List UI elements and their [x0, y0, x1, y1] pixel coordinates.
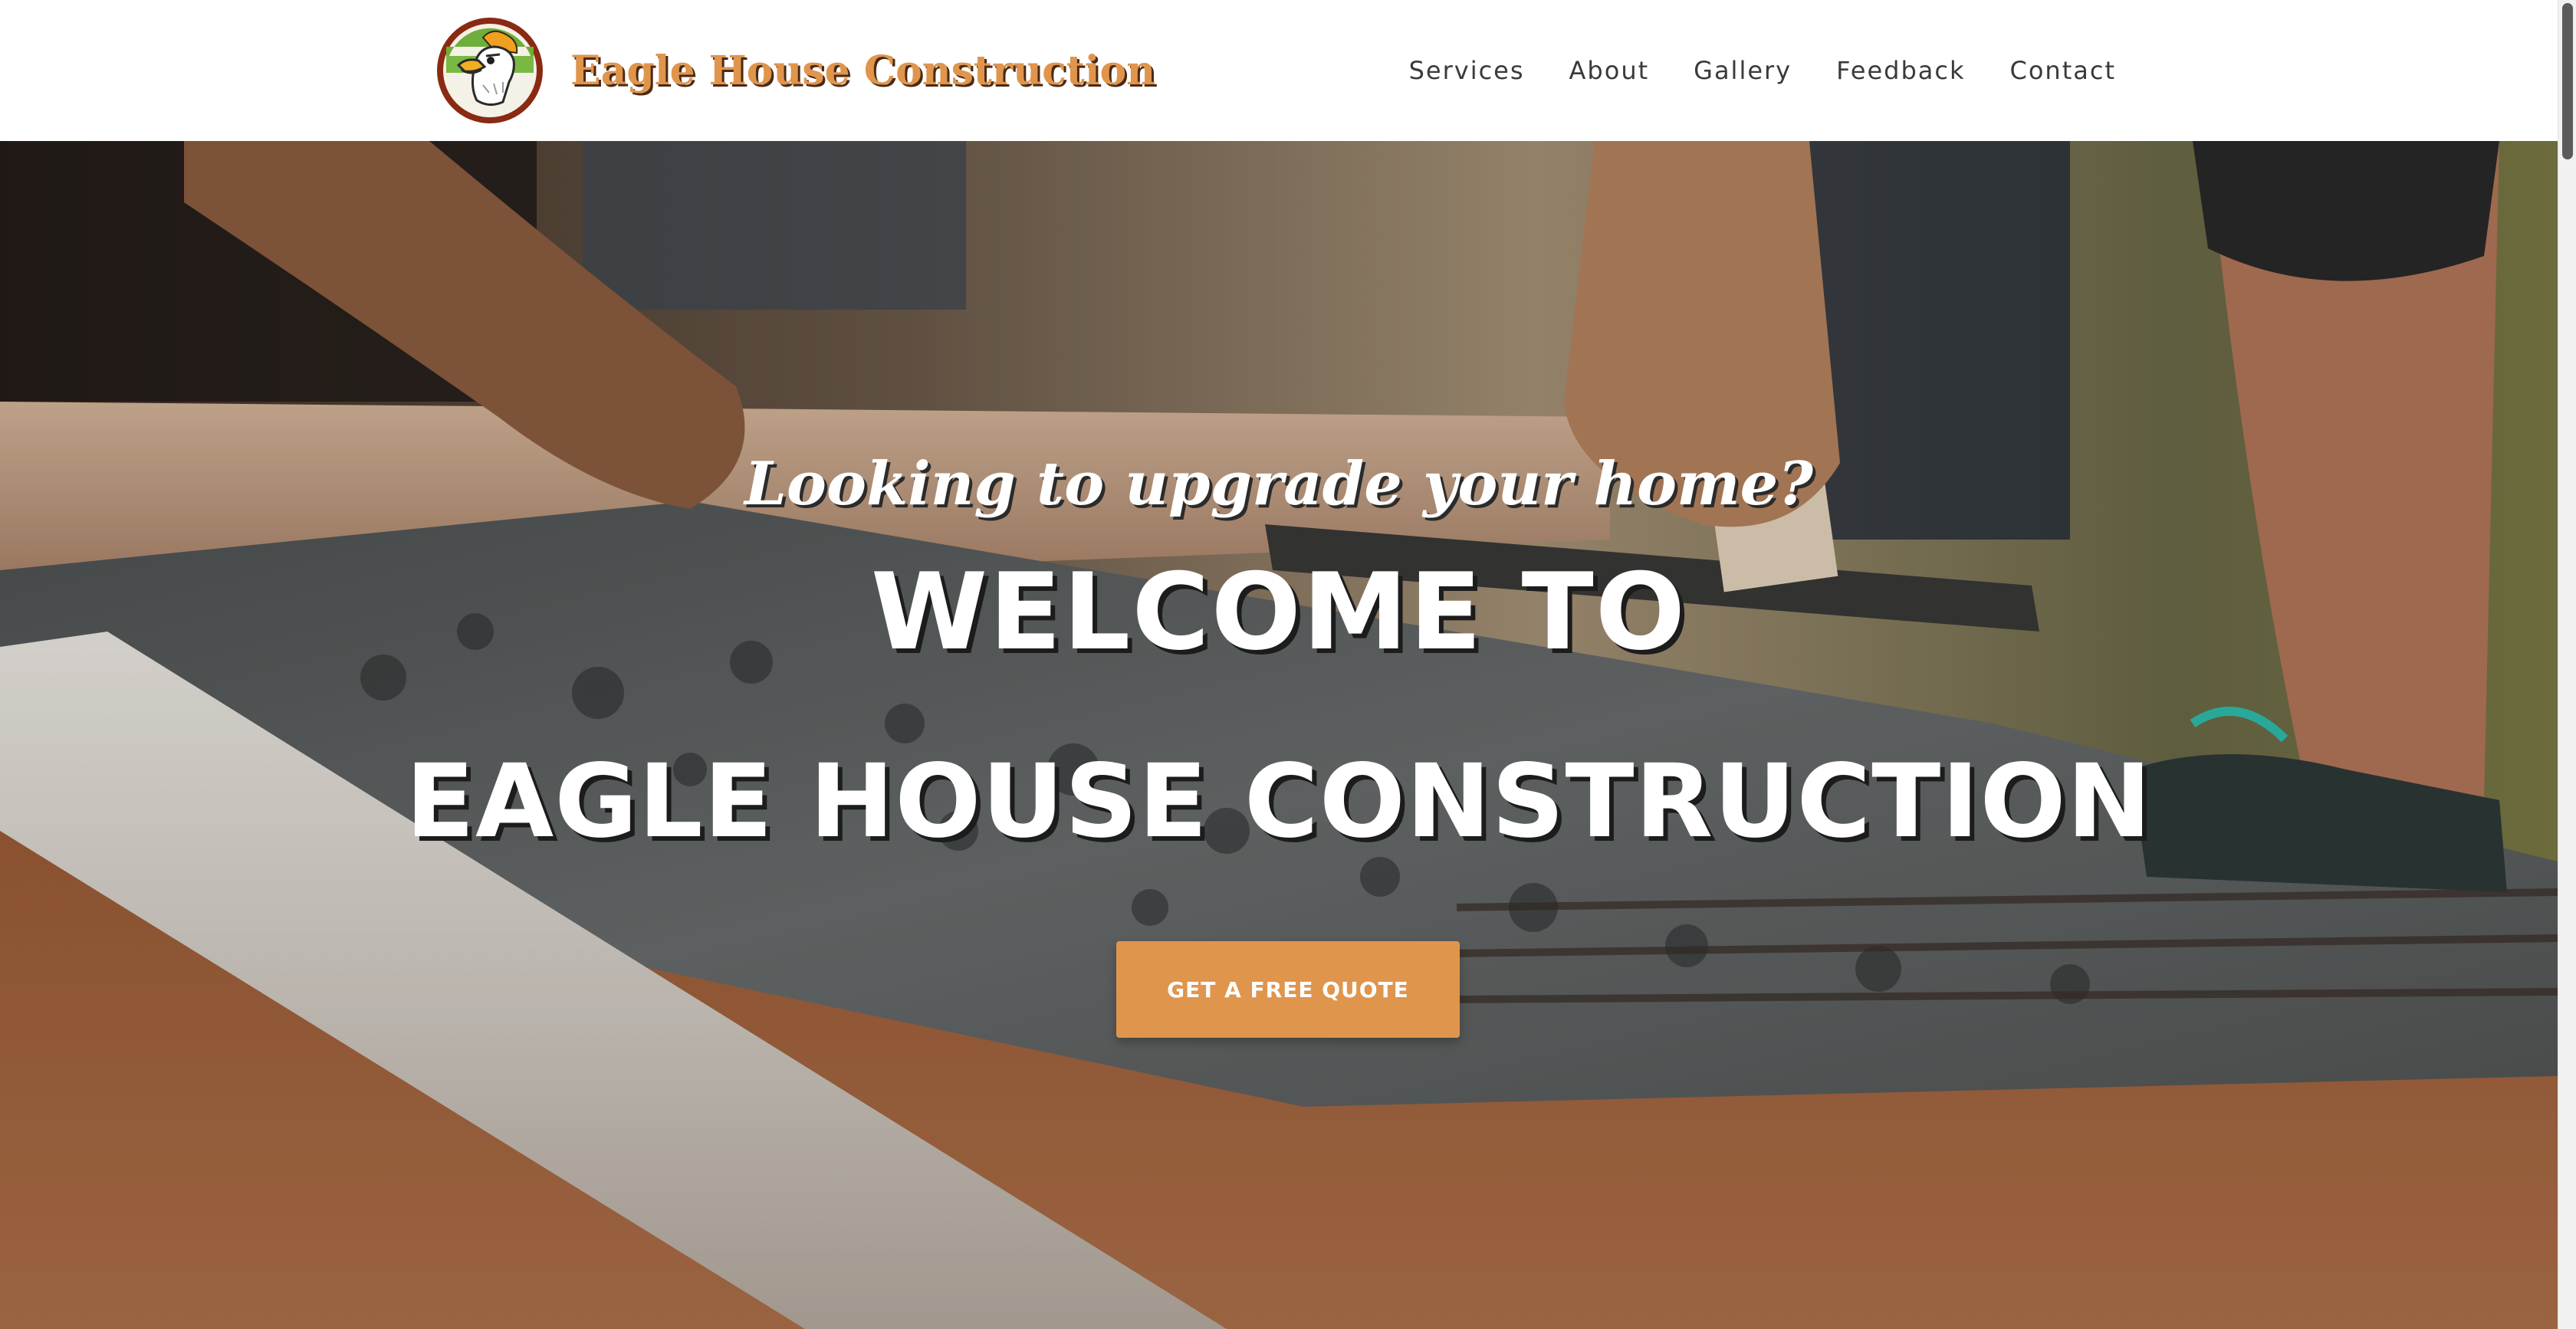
hero-title-line1: WELCOME TO	[870, 550, 1687, 674]
eagle-logo-icon	[437, 18, 543, 123]
nav-gallery[interactable]: Gallery	[1694, 56, 1792, 85]
hero-tagline: Looking to upgrade your home?	[744, 449, 1813, 519]
page-scrollbar[interactable]	[2558, 0, 2576, 1329]
main-nav: Services About Gallery Feedback Contact	[1409, 0, 2116, 141]
brand-link[interactable]: Eagle House Construction	[435, 15, 1155, 126]
nav-feedback[interactable]: Feedback	[1836, 56, 1965, 85]
nav-about[interactable]: About	[1569, 56, 1650, 85]
brand-name: Eagle House Construction	[570, 47, 1156, 94]
site-header: Eagle House Construction Services About …	[0, 0, 2558, 141]
hero-overlay	[0, 141, 2558, 1329]
hero-title-line2: EAGLE HOUSE CONSTRUCTION	[405, 743, 2153, 861]
scrollbar-thumb[interactable]	[2562, 3, 2573, 159]
nav-services[interactable]: Services	[1409, 56, 1525, 85]
hero-section: Looking to upgrade your home? WELCOME TO…	[0, 141, 2558, 1329]
nav-contact[interactable]: Contact	[2010, 56, 2117, 85]
free-quote-button[interactable]: GET A FREE QUOTE	[1116, 941, 1460, 1038]
